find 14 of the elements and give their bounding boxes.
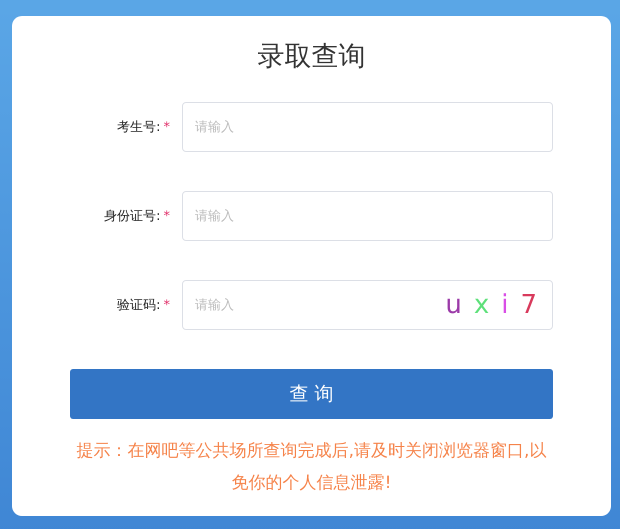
field-label: 考生号:: [117, 119, 160, 136]
input-field[interactable]: 请输入: [182, 102, 553, 152]
page-title: 录取查询: [256, 40, 366, 74]
field-label: 验证码:: [117, 297, 160, 314]
query-button[interactable]: 查 询: [70, 369, 553, 419]
field-label: 身份证号:: [104, 208, 160, 225]
captcha-character[interactable]: u: [445, 290, 462, 320]
required-mark: *: [164, 208, 170, 224]
captcha-character[interactable]: i: [501, 290, 508, 320]
hint-text: 提示：在网吧等公共场所查询完成后,请及时关闭浏览器窗口,以免你的个人信息泄露!: [76, 440, 548, 495]
required-mark: *: [164, 120, 170, 134]
input-field[interactable]: 请输入: [182, 191, 553, 241]
captcha-character[interactable]: 7: [520, 290, 537, 320]
required-mark: *: [164, 298, 170, 312]
